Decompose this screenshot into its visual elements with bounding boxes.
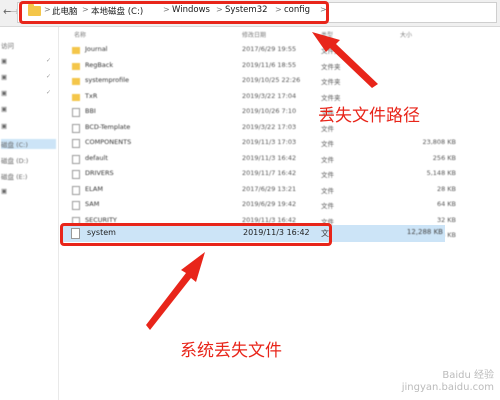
arrow-to-address-bar [312,32,378,88]
watermark-logo: Baidu 经验 [442,370,494,381]
watermark: Baidu 经验 jingyan.baidu.com [402,370,494,394]
watermark-url: jingyan.baidu.com [401,382,494,393]
annotation-file-lost: 系统丢失文件 [180,341,282,361]
arrow-to-system-file [146,252,205,330]
annotation-path-lost: 丢失文件路径 [318,106,420,126]
